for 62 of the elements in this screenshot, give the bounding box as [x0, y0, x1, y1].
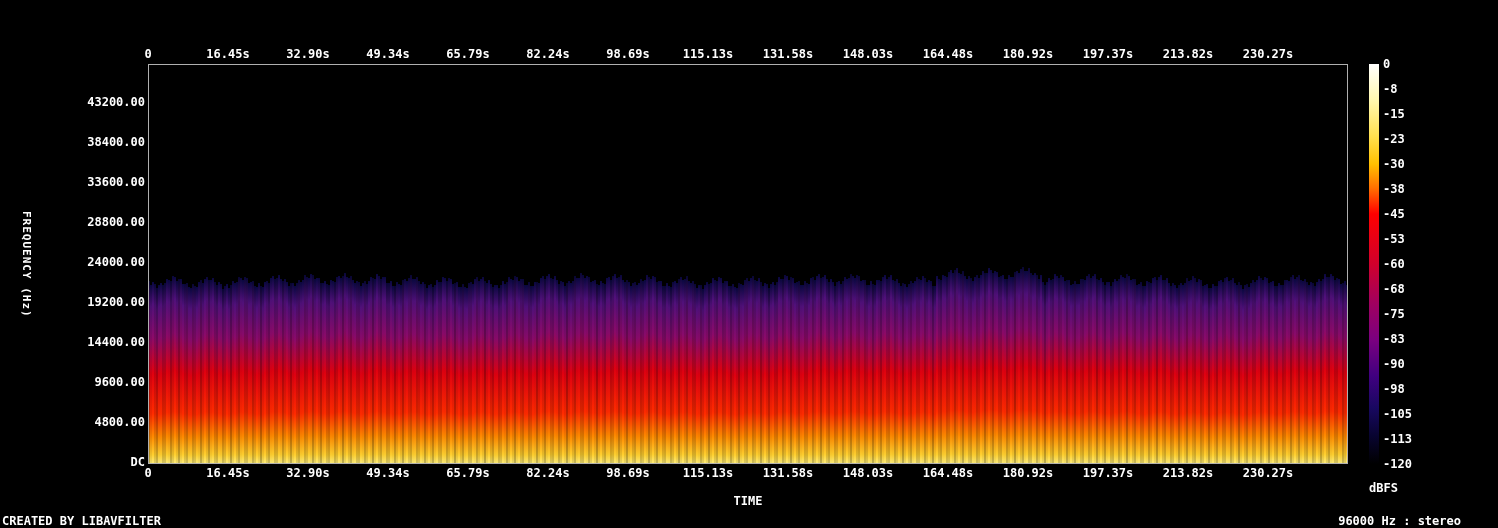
time-tick-label: 32.90s [286, 48, 330, 61]
frequency-tick-label: DC [130, 455, 145, 469]
time-tick-label: 131.58s [762, 48, 814, 61]
time-tick-label: 82.24s [526, 466, 570, 480]
time-tick-label: 98.69s [606, 466, 650, 480]
time-tick-label: 180.92s [1002, 48, 1054, 61]
frequency-tick-label: 4800.00 [94, 415, 145, 429]
frequency-tick-label: 9600.00 [94, 375, 145, 389]
time-tick-label: 213.82s [1162, 466, 1214, 480]
time-tick-label: 197.37s [1082, 466, 1134, 480]
time-tick-label: 131.58s [762, 466, 814, 480]
scale-tick-label: -105 [1383, 407, 1412, 421]
scale-tick-label: -38 [1383, 182, 1405, 196]
axis-title: FREQUENCY (Hz) [19, 210, 33, 318]
scale-tick-label: -90 [1383, 357, 1405, 371]
scale-tick-label: -68 [1383, 282, 1405, 296]
frequency-tick-label: 19200.00 [87, 295, 145, 309]
time-tick-label: 115.13s [682, 466, 734, 480]
scale-unit-label: dBFS [1369, 482, 1398, 495]
scale-tick-label: -98 [1383, 382, 1405, 396]
time-tick-label: 65.79s [446, 48, 490, 61]
time-tick-label: 49.34s [366, 48, 410, 61]
frequency-tick-label: 38400.00 [87, 135, 145, 149]
time-tick-label: 180.92s [1002, 466, 1054, 480]
time-tick-label: 16.45s [206, 48, 250, 61]
scale-tick-label: -45 [1383, 207, 1405, 221]
time-tick-label: 230.27s [1242, 48, 1294, 61]
scale-tick-label: -53 [1383, 232, 1405, 246]
scale-tick-label: -83 [1383, 332, 1405, 346]
time-tick-label: 0 [144, 466, 152, 480]
time-tick-label: 32.90s [286, 466, 330, 480]
scale-tick-label: -8 [1383, 82, 1398, 96]
scale-tick-label: -15 [1383, 107, 1405, 121]
time-tick-label: 65.79s [446, 466, 490, 480]
time-tick-label: 16.45s [206, 466, 250, 480]
time-tick-label: 82.24s [526, 48, 570, 61]
time-tick-label: 213.82s [1162, 48, 1214, 61]
frequency-tick-label: 24000.00 [87, 255, 145, 269]
credit-text: CREATED BY LIBAVFILTER [2, 515, 161, 528]
scale-tick-label: -30 [1383, 157, 1405, 171]
time-tick-label: 148.03s [842, 48, 894, 61]
time-tick-label: 230.27s [1242, 466, 1294, 480]
scale-tick-label: -113 [1383, 432, 1412, 446]
frequency-tick-label: 43200.00 [87, 95, 145, 109]
time-tick-label: 164.48s [922, 466, 974, 480]
time-tick-label: 0 [144, 48, 152, 61]
frequency-tick-label: 28800.00 [87, 215, 145, 229]
scale-tick-label: -75 [1383, 307, 1405, 321]
time-tick-label: 49.34s [366, 466, 410, 480]
scale-tick-label: -60 [1383, 257, 1405, 271]
stream-info-text: 96000 Hz : stereo [1338, 515, 1461, 528]
scale-tick-label: 0 [1383, 57, 1391, 71]
time-tick-label: 164.48s [922, 48, 974, 61]
time-tick-label: 115.13s [682, 48, 734, 61]
time-tick-label: 148.03s [842, 466, 894, 480]
frequency-tick-label: 14400.00 [87, 335, 145, 349]
scale-tick-label: -120 [1383, 457, 1412, 471]
frequency-tick-label: 33600.00 [87, 175, 145, 189]
time-tick-label: 197.37s [1082, 48, 1134, 61]
axis-title: TIME [733, 495, 763, 508]
time-tick-label: 98.69s [606, 48, 650, 61]
scale-tick-label: -23 [1383, 132, 1405, 146]
